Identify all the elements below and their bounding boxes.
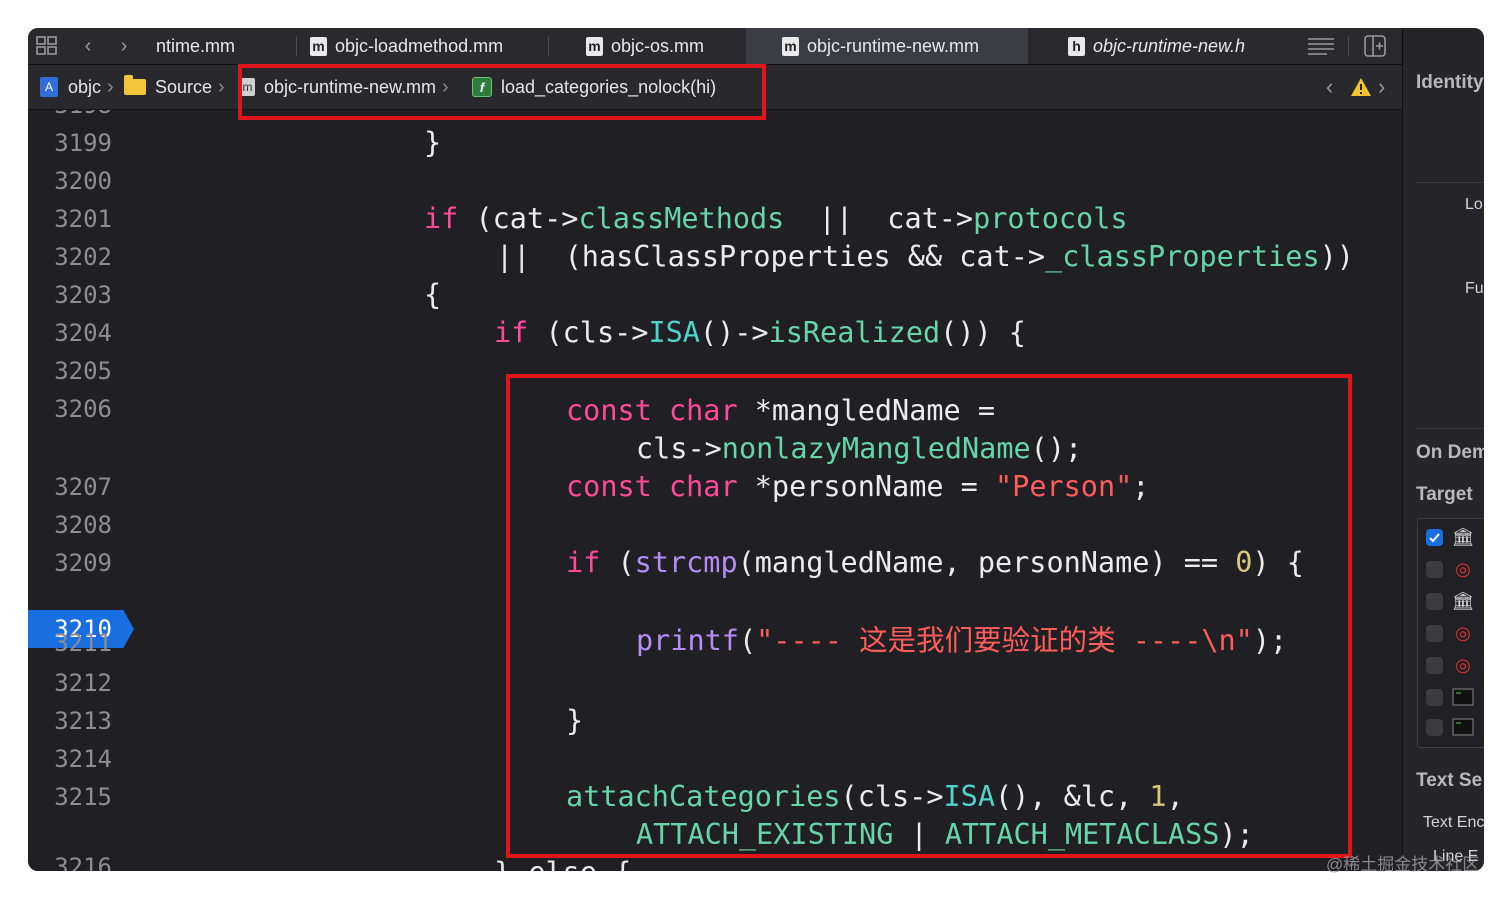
line-number: 3204: [54, 319, 112, 347]
line-number: 3207: [54, 473, 112, 501]
target-heading: Target: [1416, 484, 1473, 505]
highlight-box-breadcrumb: [238, 64, 766, 120]
target-checkbox[interactable]: [1426, 689, 1443, 706]
text-encoding-label: Text Enc: [1423, 814, 1484, 831]
line-number: 3209: [54, 549, 112, 577]
add-editor-icon[interactable]: [1360, 28, 1390, 64]
tab-runtime-partial[interactable]: ntime.mm: [146, 28, 296, 64]
tab-label: objc-runtime-new.h: [1093, 35, 1246, 56]
m-file-icon: m: [586, 36, 603, 56]
warning-icon[interactable]: [1350, 65, 1372, 109]
target-checkbox[interactable]: [1426, 529, 1443, 546]
line-number: 3202: [54, 243, 112, 271]
next-issue-button[interactable]: ›: [1378, 65, 1385, 109]
library-icon: 🏛: [1451, 590, 1475, 611]
code-line: || (hasClassProperties && cat->_classPro…: [496, 240, 1354, 273]
target-checkbox[interactable]: [1426, 625, 1443, 642]
xcode-window: ‹ › ntime.mm m objc-loadmethod.mm m objc…: [28, 28, 1484, 871]
breadcrumb-project-label: objc: [68, 76, 102, 97]
target-checkbox[interactable]: [1426, 719, 1443, 736]
line-number: 3203: [54, 281, 112, 309]
lines-icon[interactable]: [1304, 28, 1338, 64]
code-line: }: [424, 126, 442, 159]
line-number: 3200: [54, 167, 112, 195]
line-number: 3212: [54, 669, 112, 697]
target-icon: ◎: [1455, 622, 1471, 643]
line-number: 3208: [54, 511, 112, 539]
line-number: 3211: [54, 629, 112, 657]
code-line: {: [424, 278, 442, 311]
full-path-label: Fu: [1465, 280, 1484, 297]
tab-divider: [1348, 36, 1349, 56]
code-editor[interactable]: 3198 3199 3200 3201 3202 3203 3204 3205 …: [28, 110, 1402, 871]
target-membership-list: 🏛 ◎ 🏛 ◎ ◎: [1417, 518, 1484, 748]
divider: [1416, 182, 1484, 183]
watermark: @稀土掘金技术社区: [1326, 855, 1480, 874]
line-number: 3199: [54, 129, 112, 157]
folder-icon: [124, 75, 146, 95]
tab-objc-loadmethod[interactable]: m objc-loadmethod.mm: [300, 28, 548, 64]
target-checkbox[interactable]: [1426, 657, 1443, 674]
m-file-icon: m: [310, 36, 327, 56]
line-number: 3205: [54, 357, 112, 385]
line-number: 3206: [54, 395, 112, 423]
inspector-panel: Identity Lo Fu On Dem Target 🏛 ◎ 🏛 ◎ ◎ T…: [1402, 28, 1484, 871]
line-number: 3216: [54, 853, 112, 871]
chevron-left-icon[interactable]: ‹: [76, 28, 100, 64]
divider: [1416, 428, 1484, 429]
target-checkbox[interactable]: [1426, 593, 1443, 610]
line-number: 3215: [54, 783, 112, 811]
tab-objc-runtime-new-h[interactable]: h objc-runtime-new.h: [1058, 28, 1288, 64]
terminal-icon: [1452, 717, 1474, 737]
tab-label: objc-loadmethod.mm: [335, 35, 504, 56]
breadcrumb-project[interactable]: A objc ›: [40, 65, 114, 109]
tab-objc-runtime-new-mm[interactable]: m objc-runtime-new.mm: [746, 28, 1028, 64]
terminal-icon: [1452, 687, 1474, 707]
previous-issue-button[interactable]: ‹: [1326, 65, 1333, 109]
line-number: 3201: [54, 205, 112, 233]
tab-label: objc-runtime-new.mm: [807, 35, 980, 56]
line-number: 3198: [28, 110, 112, 120]
line-number: 3214: [54, 745, 112, 773]
tab-label: objc-os.mm: [611, 35, 705, 56]
tab-objc-os[interactable]: m objc-os.mm: [576, 28, 746, 64]
tab-divider: [296, 36, 297, 56]
target-checkbox[interactable]: [1426, 561, 1443, 578]
chevron-right-icon[interactable]: ›: [112, 28, 136, 64]
highlight-box-code: [506, 374, 1352, 858]
tab-label: ntime.mm: [156, 35, 236, 56]
tab-divider: [548, 36, 549, 56]
h-file-icon: h: [1068, 36, 1085, 56]
grid-icon[interactable]: [32, 28, 62, 64]
code-line: if (cat->classMethods || cat->protocols: [424, 202, 1128, 235]
code-line: if (cls->ISA()->isRealized()) {: [494, 316, 1026, 349]
tab-bar: ‹ › ntime.mm m objc-loadmethod.mm m objc…: [28, 28, 1402, 65]
on-demand-heading: On Dem: [1416, 442, 1484, 463]
library-icon: 🏛: [1451, 526, 1475, 547]
text-settings-heading: Text Se: [1416, 770, 1483, 791]
project-icon: A: [40, 77, 58, 97]
m-file-icon: m: [782, 36, 799, 56]
breadcrumb-folder[interactable]: Source ›: [124, 65, 225, 109]
target-icon: ◎: [1455, 654, 1471, 675]
chevron-right-icon: ›: [218, 75, 225, 98]
line-number: 3213: [54, 707, 112, 735]
identity-heading: Identity: [1416, 72, 1484, 93]
target-icon: ◎: [1455, 558, 1471, 579]
breadcrumb-folder-label: Source: [155, 76, 213, 97]
location-label: Lo: [1465, 196, 1483, 213]
chevron-right-icon: ›: [107, 75, 114, 98]
